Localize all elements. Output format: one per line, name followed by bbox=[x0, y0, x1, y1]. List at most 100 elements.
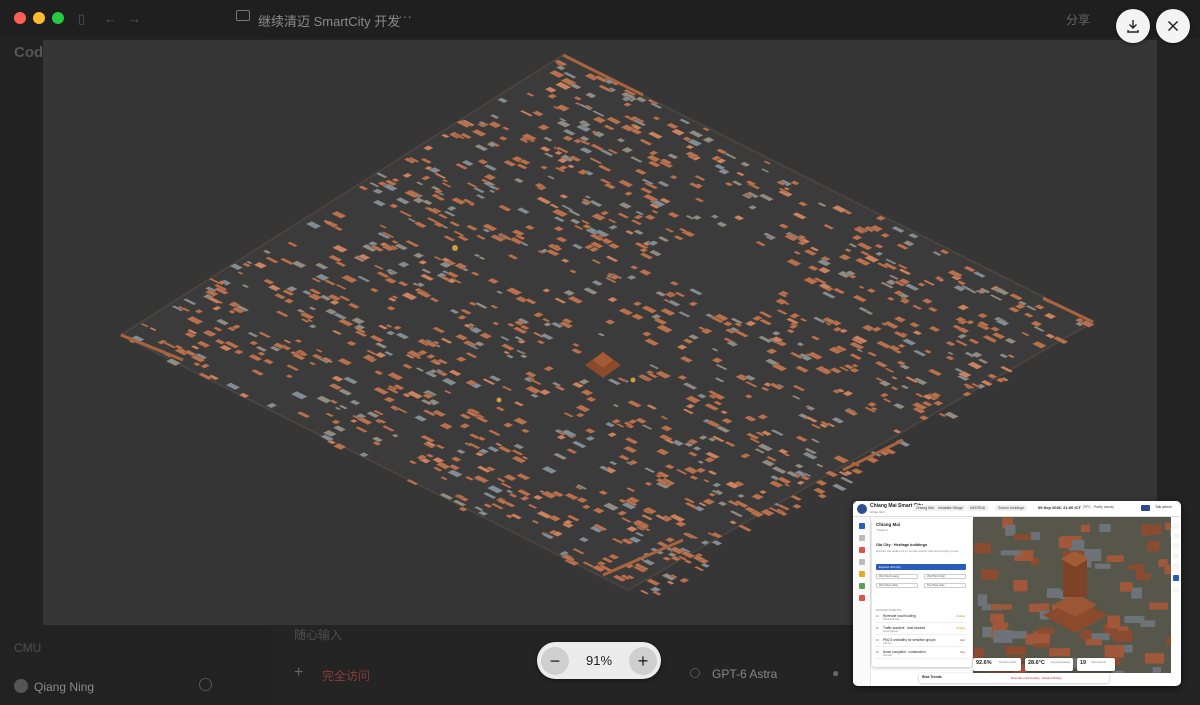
building-roof bbox=[831, 483, 848, 492]
microphone-icon[interactable]: ● bbox=[832, 666, 839, 680]
golden-stupa-2 bbox=[496, 397, 502, 403]
minimize-window-button[interactable] bbox=[33, 12, 45, 24]
thumb-chip: MEERNA bbox=[967, 505, 988, 511]
folder-icon bbox=[236, 10, 250, 21]
thumb-search: Search buildings bbox=[995, 505, 1027, 511]
thumb-roof bbox=[990, 613, 1004, 623]
access-mode-button[interactable]: 完全访问 bbox=[322, 667, 370, 684]
thumb-rail-icon bbox=[859, 583, 865, 589]
title-bar: ▯ ← → 继续清迈 SmartCity 开发 ··· 分享 bbox=[0, 0, 1200, 38]
thumb-select: Wat Chedi Luang bbox=[876, 574, 918, 579]
thumb-roof bbox=[1152, 666, 1162, 673]
thumb-city-name: Chiang Mai bbox=[876, 522, 901, 527]
building-roof bbox=[666, 580, 675, 585]
back-arrow-icon[interactable]: ← bbox=[104, 11, 117, 26]
zoom-out-button[interactable]: − bbox=[541, 646, 569, 675]
close-viewer-button[interactable] bbox=[1156, 9, 1190, 43]
thumb-select: Tha Phae Gate bbox=[924, 583, 966, 588]
thumb-roof bbox=[977, 594, 988, 607]
thumb-roof bbox=[993, 630, 1013, 643]
thumb-weather: 29°C · Partly cloudy bbox=[1083, 505, 1114, 509]
thumb-section-title: Old City · Heritage buildings bbox=[876, 543, 928, 547]
model-selector[interactable]: GPT-6 Astra bbox=[712, 667, 777, 681]
thumb-tool-icon bbox=[1173, 543, 1179, 549]
thumb-roof bbox=[1012, 631, 1027, 639]
thumb-talk: Talk admin bbox=[1155, 505, 1172, 509]
thumb-roof bbox=[1104, 644, 1124, 658]
thumb-select: Wat Chiang Man bbox=[876, 583, 918, 588]
building-roof bbox=[645, 578, 661, 586]
thumb-tool-icon bbox=[1173, 523, 1179, 529]
thumb-info-panel: Chiang Mai Thailand Old City · Heritage … bbox=[872, 519, 972, 667]
more-options-icon[interactable]: ··· bbox=[398, 8, 412, 24]
thumb-roof bbox=[1085, 639, 1103, 646]
close-window-button[interactable] bbox=[14, 12, 26, 24]
zoom-controls: − 91% + bbox=[537, 642, 661, 679]
thumb-roof bbox=[974, 543, 991, 554]
thumb-roof bbox=[1106, 555, 1124, 563]
thumb-roof bbox=[1080, 524, 1090, 533]
thumb-right-rail bbox=[1171, 517, 1181, 617]
thumb-roof bbox=[1005, 646, 1026, 655]
building-roof bbox=[791, 503, 803, 509]
thumb-roof bbox=[1072, 539, 1085, 551]
help-icon[interactable] bbox=[199, 678, 212, 691]
thumb-roof bbox=[1000, 550, 1021, 556]
building-roof bbox=[839, 476, 855, 484]
thumb-roof bbox=[1166, 637, 1171, 646]
list-item: #1 Riverside road flooding Nawarat Bridg… bbox=[875, 614, 967, 623]
thumb-datetime: 09 Sep 2026, 21:00 ICT bbox=[1038, 505, 1081, 510]
add-attachment-icon[interactable]: + bbox=[294, 664, 303, 682]
building-roof bbox=[700, 562, 711, 568]
thumb-scene-graphic bbox=[973, 517, 1171, 673]
thumb-roof bbox=[1030, 531, 1040, 540]
thumb-roof bbox=[1080, 629, 1092, 641]
forward-arrow-icon[interactable]: → bbox=[128, 11, 141, 26]
thumb-roof bbox=[1094, 563, 1111, 569]
sidebar-toggle-icon[interactable]: ▯ bbox=[78, 11, 85, 27]
smart-city-thumbnail[interactable]: Chiang Mai Smart City Urban Ops Chiang M… bbox=[853, 501, 1181, 686]
thumb-roof bbox=[974, 648, 984, 659]
window-title: 继续清迈 SmartCity 开发 bbox=[258, 14, 401, 29]
building-roof bbox=[943, 411, 960, 420]
thumb-chip: Inhabitat Village bbox=[935, 505, 966, 511]
thumb-section-desc: Explore the walled city's temple distric… bbox=[876, 549, 959, 553]
thumb-primary-button: Explore Old City bbox=[876, 564, 966, 570]
thumb-roof bbox=[1046, 588, 1061, 598]
close-icon bbox=[1167, 20, 1179, 32]
thumb-rail-icon bbox=[859, 595, 865, 601]
building-roof bbox=[850, 468, 864, 475]
thumb-stat-card: 92.6% Sensors online bbox=[973, 658, 1021, 671]
thumb-roof bbox=[1013, 580, 1028, 592]
thumb-rail-icon bbox=[859, 547, 865, 553]
zoom-in-button[interactable]: + bbox=[629, 646, 657, 675]
thumb-tool-icon bbox=[1173, 553, 1179, 559]
thumb-roof bbox=[990, 604, 1012, 610]
sidebar-project-cmu[interactable]: CMU bbox=[14, 641, 41, 655]
thumb-roof bbox=[1149, 602, 1168, 610]
thumb-tool-icon bbox=[1173, 533, 1179, 539]
thumb-footer-bar: Risk Trends Riverside road flooding · Na… bbox=[919, 673, 1109, 683]
thumb-rail-icon bbox=[859, 571, 865, 577]
composer-input[interactable]: 随心输入 bbox=[294, 626, 342, 643]
thumb-rail-icon bbox=[859, 559, 865, 565]
share-button[interactable]: 分享 bbox=[1066, 11, 1090, 28]
download-button[interactable] bbox=[1116, 9, 1150, 43]
thumb-roof bbox=[1147, 524, 1162, 535]
avatar[interactable] bbox=[14, 679, 28, 693]
thumb-roof bbox=[1037, 627, 1055, 634]
user-name[interactable]: Qiang Ning bbox=[34, 680, 94, 694]
building-roof bbox=[789, 494, 803, 502]
thumb-mode-toggle bbox=[1141, 505, 1150, 511]
thumb-events-header: RANKED EVENTS bbox=[876, 608, 902, 612]
status-ring-icon bbox=[690, 668, 700, 678]
thumb-roof bbox=[1124, 644, 1133, 653]
thumb-roof bbox=[992, 622, 1009, 628]
thumb-tool-icon bbox=[1173, 563, 1179, 569]
building-roof bbox=[737, 524, 753, 532]
thumb-app-subtitle: Urban Ops bbox=[870, 510, 885, 514]
fullscreen-window-button[interactable] bbox=[52, 12, 64, 24]
thumb-city-sub: Thailand bbox=[876, 528, 888, 532]
thumb-roof bbox=[1099, 523, 1111, 533]
building-roof bbox=[817, 493, 828, 499]
